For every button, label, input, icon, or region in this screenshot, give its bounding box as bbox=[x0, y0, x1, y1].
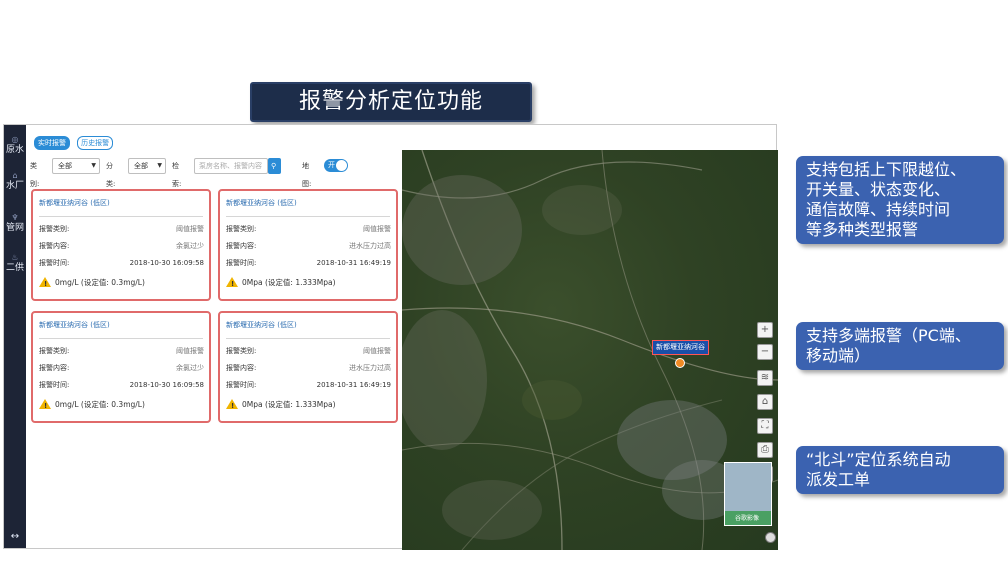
alarm-card[interactable]: 新都堰亚纳河谷 (低区) 报警类别: 阈值报警 报警内容: 余氯过少 报警时间: 20… bbox=[31, 189, 211, 301]
plant-icon: ⌂ bbox=[12, 171, 18, 180]
zoom-in-button[interactable]: + bbox=[757, 322, 773, 338]
category-select[interactable]: 全部 ▼ bbox=[128, 158, 166, 174]
search-input[interactable]: 泵房名称、报警内容 bbox=[194, 158, 268, 174]
alarm-card[interactable]: 新都堰亚纳河谷 (低区) 报警类别: 阈值报警 报警内容: 进水压力过高 报警时间:… bbox=[218, 189, 398, 301]
warning-icon bbox=[226, 399, 238, 412]
alarm-time-label: 报警时间: bbox=[39, 259, 70, 267]
alarm-type-label: 报警类别: bbox=[226, 347, 257, 355]
search-icon: ⚲ bbox=[271, 162, 277, 170]
alarm-time-label: 报警时间: bbox=[39, 381, 70, 389]
chevron-down-icon: ▼ bbox=[157, 162, 162, 169]
divider bbox=[39, 338, 203, 339]
alarm-content-label: 报警内容: bbox=[226, 364, 257, 372]
alarm-time-value: 2018-10-31 16:49:19 bbox=[316, 259, 391, 267]
alarm-type-value: 阈值报警 bbox=[363, 225, 391, 233]
warning-icon bbox=[39, 399, 51, 412]
alarm-time-label: 报警时间: bbox=[226, 259, 257, 267]
alarm-type-value: 阈值报警 bbox=[363, 347, 391, 355]
alarm-value: 0mg/L (设定值: 0.3mg/L) bbox=[55, 400, 145, 409]
search-button[interactable]: ⚲查询 bbox=[268, 158, 281, 202]
map-toggle[interactable]: 开 bbox=[324, 159, 348, 172]
alarm-time-label: 报警时间: bbox=[226, 381, 257, 389]
warning-icon bbox=[226, 277, 238, 290]
map-imagery bbox=[402, 150, 778, 550]
alarm-content-label: 报警内容: bbox=[39, 364, 70, 372]
type-label: 类别: bbox=[30, 162, 40, 188]
print-icon[interactable]: ⎙ bbox=[757, 442, 773, 458]
category-label: 分类: bbox=[106, 162, 116, 188]
map-marker-label[interactable]: 新都堰亚纳河谷 bbox=[652, 340, 709, 355]
slide-title: 报警分析定位功能 bbox=[250, 82, 532, 122]
home-icon[interactable]: ⌂ bbox=[757, 394, 773, 410]
alarm-content-value: 余氯过少 bbox=[176, 364, 204, 372]
alarm-type-label: 报警类别: bbox=[39, 225, 70, 233]
warning-icon bbox=[39, 277, 51, 290]
alarm-type-value: 阈值报警 bbox=[176, 225, 204, 233]
alarm-time-value: 2018-10-30 16:09:58 bbox=[129, 259, 204, 267]
station-name: 新都堰亚纳河谷 (低区) bbox=[39, 321, 110, 329]
map-marker-icon[interactable] bbox=[675, 358, 685, 368]
fullscreen-icon[interactable]: ⛶ bbox=[757, 418, 773, 434]
alarm-content-value: 余氯过少 bbox=[176, 242, 204, 250]
station-name: 新都堰亚纳河谷 (低区) bbox=[226, 199, 297, 207]
alarm-content-label: 报警内容: bbox=[39, 242, 70, 250]
station-name: 新都堰亚纳河谷 (低区) bbox=[226, 321, 297, 329]
alarm-content-label: 报警内容: bbox=[226, 242, 257, 250]
divider bbox=[39, 216, 203, 217]
sidebar-item-pipe[interactable]: ♆ 管网 bbox=[4, 213, 26, 234]
sidebar-item-secondary-supply[interactable]: ♨ 二供 bbox=[4, 253, 26, 274]
sidebar-item-raw-water[interactable]: ◎ 原水 bbox=[4, 135, 26, 156]
alarm-content-value: 进水压力过高 bbox=[349, 242, 391, 250]
feature-callout: “北斗”定位系统自动 派发工单 bbox=[796, 446, 1004, 494]
alarm-time-value: 2018-10-30 16:09:58 bbox=[129, 381, 204, 389]
alarm-tabs: 实时报警 历史报警 bbox=[34, 130, 115, 150]
alarm-value: 0Mpa (设定值: 1.333Mpa) bbox=[242, 400, 336, 409]
basemap-label: 谷歌影像 bbox=[735, 515, 760, 522]
toggle-knob bbox=[336, 160, 347, 171]
supply-icon: ♨ bbox=[11, 253, 19, 262]
type-select[interactable]: 全部 ▼ bbox=[52, 158, 100, 174]
divider bbox=[226, 338, 390, 339]
feature-callout: 支持多端报警（PC端、 移动端） bbox=[796, 322, 1004, 370]
basemap-switcher[interactable]: 谷歌影像 bbox=[724, 462, 772, 526]
alarm-type-value: 阈值报警 bbox=[176, 347, 204, 355]
sidebar: ◎ 原水 ⌂ 水厂 ♆ 管网 ♨ 二供 ↔ bbox=[4, 125, 26, 548]
sidebar-item-plant[interactable]: ⌂ 水厂 bbox=[4, 171, 26, 192]
satellite-map[interactable]: 新都堰亚纳河谷 + − ≋ ⌂ ⛶ ⎙ ⌕ 谷歌影像 bbox=[402, 150, 778, 550]
map-label: 地图: bbox=[302, 162, 312, 188]
zoom-out-button[interactable]: − bbox=[757, 344, 773, 360]
alarm-content-value: 进水压力过高 bbox=[349, 364, 391, 372]
layers-icon[interactable]: ≋ bbox=[757, 370, 773, 386]
alarm-type-label: 报警类别: bbox=[226, 225, 257, 233]
tab-realtime-alarm[interactable]: 实时报警 bbox=[34, 136, 70, 150]
divider bbox=[226, 216, 390, 217]
search-label: 检索: bbox=[172, 162, 182, 188]
pipe-icon: ♆ bbox=[11, 213, 19, 222]
expand-sidebar-icon[interactable]: ↔ bbox=[4, 531, 26, 542]
app-window: ◎ 原水 ⌂ 水厂 ♆ 管网 ♨ 二供 ↔ 实时报警 历史报警 类别: 全部 ▼… bbox=[3, 124, 778, 550]
alarm-type-label: 报警类别: bbox=[39, 347, 70, 355]
alarm-card[interactable]: 新都堰亚纳河谷 (低区) 报警类别: 阈值报警 报警内容: 余氯过少 报警时间: 20… bbox=[31, 311, 211, 423]
alarm-time-value: 2018-10-31 16:49:19 bbox=[316, 381, 391, 389]
eye-icon[interactable] bbox=[765, 532, 776, 543]
tab-history-alarm[interactable]: 历史报警 bbox=[77, 136, 114, 150]
alarm-value: 0Mpa (设定值: 1.333Mpa) bbox=[242, 278, 336, 287]
alarm-card[interactable]: 新都堰亚纳河谷 (低区) 报警类别: 阈值报警 报警内容: 进水压力过高 报警时间:… bbox=[218, 311, 398, 423]
station-name: 新都堰亚纳河谷 (低区) bbox=[39, 199, 110, 207]
water-source-icon: ◎ bbox=[11, 135, 19, 144]
alarm-value: 0mg/L (设定值: 0.3mg/L) bbox=[55, 278, 145, 287]
chevron-down-icon: ▼ bbox=[91, 162, 96, 169]
feature-callout: 支持包括上下限越位、 开关量、状态变化、 通信故障、持续时间 等多种类型报警 bbox=[796, 156, 1004, 244]
